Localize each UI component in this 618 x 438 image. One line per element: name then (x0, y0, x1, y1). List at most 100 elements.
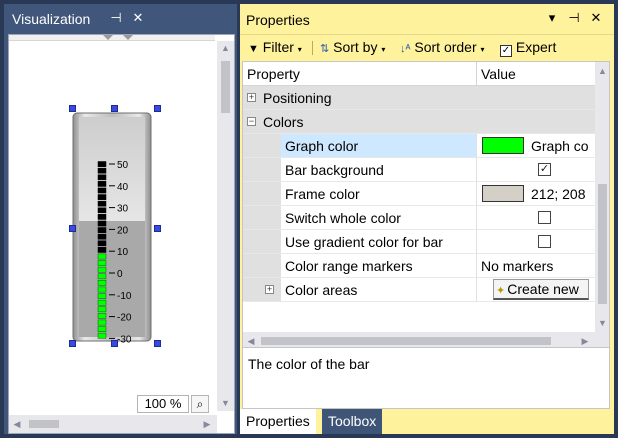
filter-button[interactable]: ▼ Filter ▾ (248, 39, 302, 55)
vertical-scrollbar[interactable]: ▲ ▼ (595, 62, 609, 332)
bar-segment-empty (97, 194, 107, 200)
scroll-right-icon[interactable]: ▶ (201, 417, 213, 431)
scroll-thumb[interactable] (221, 61, 230, 113)
property-name: Positioning (263, 90, 332, 106)
scroll-thumb[interactable] (598, 184, 607, 304)
value-checkbox[interactable] (538, 211, 551, 224)
expand-icon[interactable]: + (265, 285, 274, 294)
bar-segment-empty (97, 167, 107, 174)
create-new-button[interactable]: ✦ Create new (493, 279, 589, 300)
create-new-label: Create new (507, 281, 579, 297)
resize-handle[interactable] (111, 340, 118, 347)
resize-handle[interactable] (69, 105, 76, 112)
collapse-icon[interactable]: − (247, 117, 256, 126)
property-row[interactable]: Graph color Graph co (243, 134, 595, 158)
resize-handle[interactable] (69, 225, 76, 232)
color-swatch[interactable] (482, 137, 524, 154)
sort-az-icon: ↓ᴬ (400, 43, 411, 55)
property-name: Graph color (285, 138, 359, 154)
sort-by-button[interactable]: ⇅ Sort by ▾ (320, 39, 385, 55)
property-grid[interactable]: Property Value + Positioning − Colors Graph … (242, 61, 610, 351)
dropdown-icon[interactable]: ▾ (544, 10, 560, 26)
row-indent (243, 134, 281, 158)
expand-icon[interactable]: + (247, 93, 256, 102)
column-divider[interactable] (476, 62, 477, 86)
pin-icon[interactable]: ⊣ (566, 10, 582, 26)
property-row[interactable]: Frame color 212; 208 (243, 182, 595, 206)
filter-icon: ▼ (248, 43, 259, 55)
column-header-value[interactable]: Value (481, 66, 516, 82)
category-row[interactable]: + Positioning (243, 86, 595, 110)
magnifier-icon[interactable]: ⌕ (191, 395, 209, 413)
row-indent (243, 230, 281, 254)
chevron-down-icon: ▾ (381, 45, 386, 54)
expert-checkbox[interactable]: ✓ (500, 45, 512, 57)
visualization-canvas[interactable]: 50403020100-10-20-30°C ▲ ▼ 100 % ⌕ ◀ ▶ (8, 34, 235, 434)
property-row[interactable]: Use gradient color for bar (243, 230, 595, 254)
ruler-marker-icon (123, 35, 133, 40)
color-swatch[interactable] (482, 185, 524, 202)
scroll-up-icon[interactable]: ▲ (595, 64, 609, 78)
close-icon[interactable]: ✕ (130, 10, 146, 26)
value-checkbox[interactable] (538, 235, 551, 248)
property-value[interactable]: Graph co (531, 138, 589, 154)
description-text: The color of the bar (248, 356, 370, 372)
vertical-scrollbar[interactable]: ▲ ▼ (217, 41, 234, 411)
property-name: Switch whole color (285, 210, 401, 226)
scale-label: 0 (117, 269, 123, 280)
scale-label: 30 (117, 204, 129, 215)
property-name: Bar background (285, 162, 384, 178)
bar-segment-filled (97, 266, 107, 273)
grid-header: Property Value (243, 62, 595, 86)
description-panel: The color of the bar (242, 347, 610, 409)
ruler-marker-icon (103, 35, 113, 40)
bar-segment-empty (97, 181, 107, 187)
scroll-down-icon[interactable]: ▼ (217, 396, 234, 410)
scroll-left-icon[interactable]: ◀ (245, 334, 257, 348)
resize-handle[interactable] (69, 340, 76, 347)
bar-display-meter[interactable]: 50403020100-10-20-30°C (69, 109, 155, 345)
value-checkbox[interactable]: ✓ (538, 163, 551, 176)
bar-segment-empty (97, 220, 107, 227)
resize-handle[interactable] (154, 225, 161, 232)
property-value[interactable]: No markers (481, 258, 553, 274)
bar-segment-filled (97, 306, 107, 313)
scroll-left-icon[interactable]: ◀ (11, 417, 23, 431)
column-header-property[interactable]: Property (247, 66, 300, 82)
scale-label: 50 (117, 160, 129, 171)
bar-segment-empty (97, 240, 107, 247)
scroll-up-icon[interactable]: ▲ (217, 41, 234, 55)
properties-header: Properties ▾ ⊣ ✕ (240, 4, 614, 34)
properties-toolbar: ▼ Filter ▾ ⇅ Sort by ▾ ↓ᴬ Sort order ▾ ✓… (240, 34, 614, 60)
resize-handle[interactable] (111, 105, 118, 112)
properties-title: Properties (246, 12, 310, 28)
scroll-right-icon[interactable]: ▶ (579, 334, 591, 348)
expert-toggle[interactable]: ✓ Expert (500, 39, 556, 57)
horizontal-scrollbar[interactable]: ◀ ▶ (9, 415, 217, 433)
resize-handle[interactable] (154, 105, 161, 112)
scroll-thumb[interactable] (261, 337, 551, 345)
bar-segment-empty (97, 174, 107, 181)
bar-segment-filled (97, 286, 107, 293)
row-indent (243, 182, 281, 206)
scroll-thumb[interactable] (29, 420, 59, 428)
property-row[interactable]: Bar background ✓ (243, 158, 595, 182)
bar-segment-filled (97, 332, 107, 339)
property-value[interactable]: 212; 208 (531, 186, 586, 202)
scale-label: 20 (117, 225, 129, 236)
resize-handle[interactable] (154, 340, 161, 347)
sort-order-button[interactable]: ↓ᴬ Sort order ▾ (400, 39, 485, 55)
pin-icon[interactable]: ⊣ (108, 10, 124, 26)
close-icon[interactable]: ✕ (588, 10, 604, 26)
property-row[interactable]: Switch whole color (243, 206, 595, 230)
property-row[interactable]: Color range markers No markers (243, 254, 595, 278)
property-row[interactable]: + Color areas ✦ Create new (243, 278, 595, 302)
category-row[interactable]: − Colors (243, 110, 595, 134)
row-indent (243, 254, 281, 278)
bar-segment-empty (97, 214, 107, 220)
zoom-level[interactable]: 100 % (137, 395, 189, 413)
bar-segment-filled (97, 280, 107, 286)
scroll-down-icon[interactable]: ▼ (595, 316, 609, 330)
tab-toolbox[interactable]: Toolbox (322, 409, 383, 434)
tab-properties[interactable]: Properties (240, 409, 316, 434)
